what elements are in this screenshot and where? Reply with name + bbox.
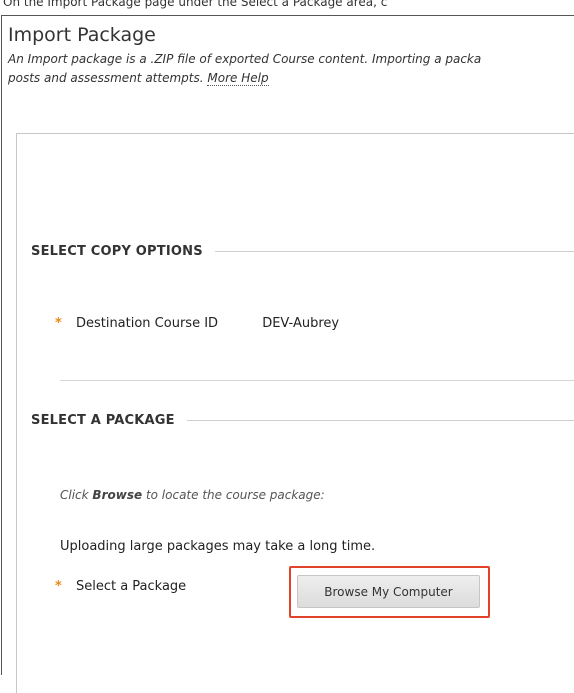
select-package-label: Select a Package: [75, 579, 187, 594]
browse-highlight-box: Browse My Computer: [289, 566, 490, 618]
destination-course-row: * Destination Course ID DEV-Aubrey: [55, 316, 339, 331]
section-rule: [214, 251, 574, 252]
page-title: Import Package: [8, 24, 156, 46]
large-package-warning: Uploading large packages may take a long…: [60, 539, 376, 554]
section-select-copy-options: SELECT COPY OPTIONS: [31, 244, 574, 259]
page-header: Import Package An Import package is a .Z…: [8, 24, 574, 88]
destination-course-value: DEV-Aubrey: [262, 316, 340, 331]
browse-instruction: Click Browse to locate the course packag…: [60, 488, 325, 502]
page-description: An Import package is a .ZIP file of expo…: [8, 50, 574, 88]
browse-my-computer-button[interactable]: Browse My Computer: [297, 575, 480, 608]
select-package-row: * Select a Package: [55, 579, 186, 594]
description-line-2: posts and assessment attempts.: [8, 71, 204, 85]
instruction-prefix: Click: [60, 488, 89, 502]
destination-course-label: Destination Course ID: [75, 316, 219, 331]
more-help-link[interactable]: More Help: [207, 71, 269, 86]
instruction-suffix: to locate the course package:: [145, 488, 325, 502]
section-heading-package: SELECT A PACKAGE: [31, 413, 175, 428]
instruction-bold: Browse: [92, 488, 143, 502]
description-line-1: An Import package is a .ZIP file of expo…: [8, 52, 482, 66]
required-star-icon: *: [55, 579, 62, 594]
required-star-icon: *: [55, 316, 62, 331]
section-heading-copy-options: SELECT COPY OPTIONS: [31, 244, 203, 259]
section-divider: [60, 380, 574, 381]
section-select-a-package: SELECT A PACKAGE: [31, 413, 574, 428]
section-rule: [186, 420, 574, 421]
tutorial-caption: On the Import Package page under the Sel…: [3, 0, 388, 9]
